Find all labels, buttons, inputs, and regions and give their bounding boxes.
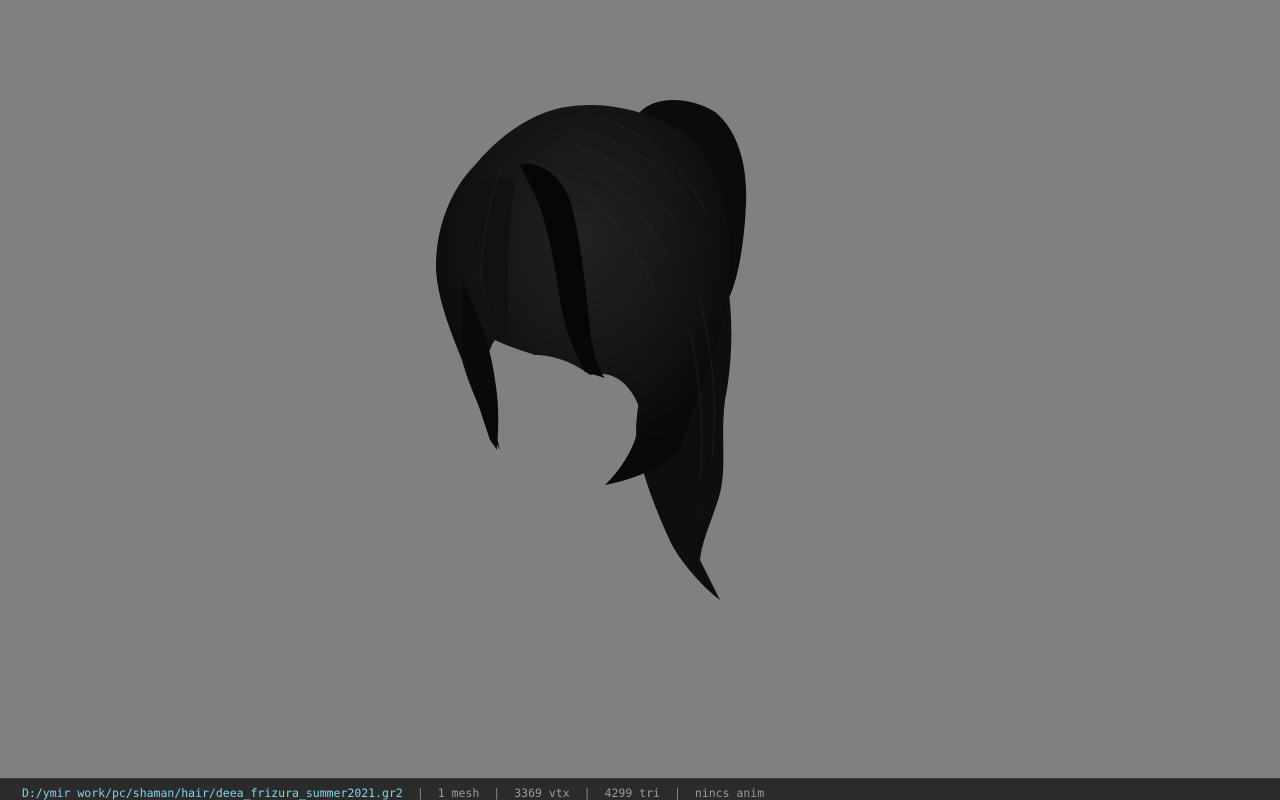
hair-model-render[interactable] [0,0,1280,778]
animation-status: nincs anim [694,786,765,800]
status-info-row: D:/ymir work/pc/shaman/hair/deea_frizura… [22,786,764,800]
hair-mesh [435,100,747,600]
status-bar: D:/ymir work/pc/shaman/hair/deea_frizura… [0,778,1280,800]
status-separator: | [583,786,591,800]
status-separator: | [673,786,681,800]
vertex-count: 3369 vtx [514,786,570,800]
status-separator: | [493,786,501,800]
model-viewport[interactable] [0,0,1280,778]
status-separator: | [416,786,424,800]
mesh-count: 1 mesh [437,786,480,800]
triangle-count: 4299 tri [604,786,660,800]
file-path: D:/ymir work/pc/shaman/hair/deea_frizura… [22,786,403,800]
